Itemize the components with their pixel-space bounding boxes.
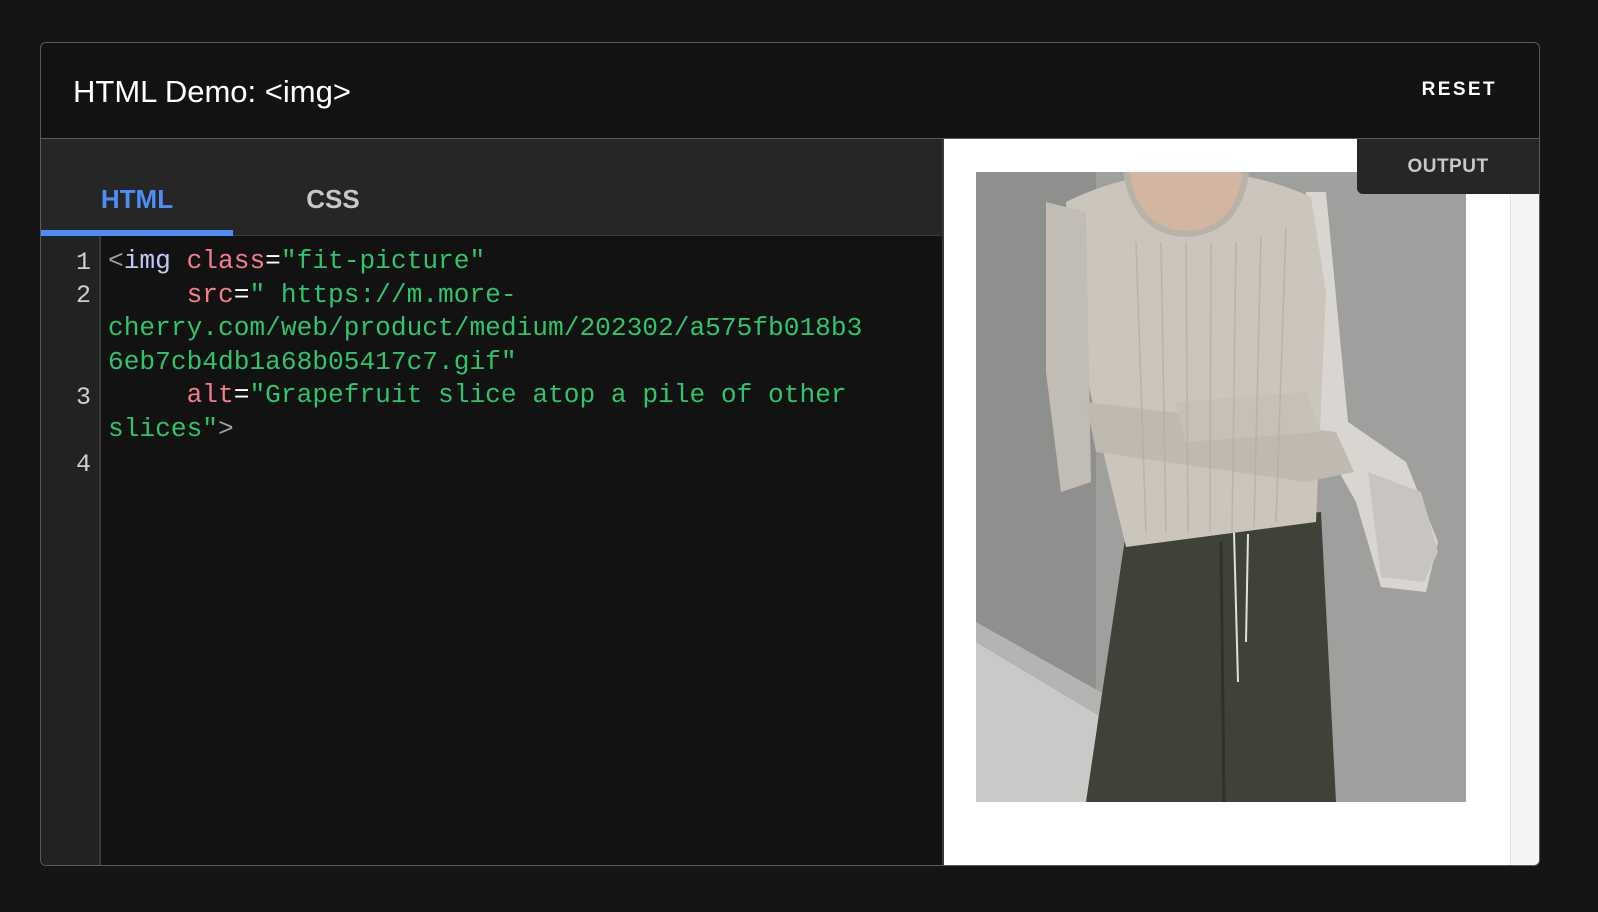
code-punct: >	[218, 413, 234, 444]
code-string: "Grapefruit slice atop a pile of other	[249, 380, 847, 411]
code-string: 6eb7cb4db1a68b05417c7.gif"	[108, 346, 517, 377]
code-tag: img	[123, 246, 171, 276]
code-line-wrap: cherry.com/web/product/medium/202302/a57…	[108, 312, 933, 346]
html-demo-panel: HTML Demo: <img> RESET HTML CSS 1 2 3 4 …	[40, 42, 1540, 866]
page-title: HTML Demo: <img>	[73, 74, 351, 109]
code-line: <img class="fit-picture"	[108, 245, 933, 279]
code-line-wrap: slices">	[108, 413, 933, 447]
code-attr: class	[186, 246, 266, 276]
code-string: cherry.com/web/product/medium/202302/a57…	[108, 313, 863, 344]
demo-header: HTML Demo: <img> RESET	[41, 43, 1539, 139]
code-eq: =	[233, 380, 250, 411]
code-line: alt="Grapefruit slice atop a pile of oth…	[108, 379, 933, 413]
tab-bar: HTML CSS	[41, 139, 942, 236]
line-number: 4	[75, 450, 91, 479]
code-attr: alt	[186, 380, 234, 411]
code-punct: <	[108, 246, 124, 276]
output-scrollbar[interactable]	[1510, 139, 1539, 865]
code-eq: =	[265, 246, 281, 276]
output-label: OUTPUT	[1357, 139, 1539, 194]
code-string: "fit-picture"	[280, 246, 486, 276]
code-line-wrap: 6eb7cb4db1a68b05417c7.gif"	[108, 346, 933, 380]
line-number-gutter: 1 2 3 4	[41, 236, 101, 865]
code-content[interactable]: <img class="fit-picture" src=" https://m…	[108, 245, 933, 447]
output-image	[976, 172, 1466, 802]
tab-html[interactable]: HTML	[41, 139, 233, 236]
reset-button[interactable]: RESET	[1422, 79, 1497, 101]
code-editor: HTML CSS 1 2 3 4 <img class="fit-picture…	[41, 139, 942, 865]
code-line: src=" https://m.more-	[108, 279, 933, 313]
line-number: 1	[75, 248, 91, 277]
code-string: " https://m.more-	[249, 279, 517, 310]
output-pane: OUTPUT	[942, 139, 1539, 865]
tab-css[interactable]: CSS	[237, 139, 429, 235]
code-eq: =	[233, 279, 250, 310]
code-string: slices"	[108, 413, 219, 444]
code-attr: src	[186, 279, 234, 310]
line-number: 2	[75, 281, 91, 310]
line-number: 3	[75, 383, 91, 412]
person-photo-icon	[976, 172, 1466, 802]
